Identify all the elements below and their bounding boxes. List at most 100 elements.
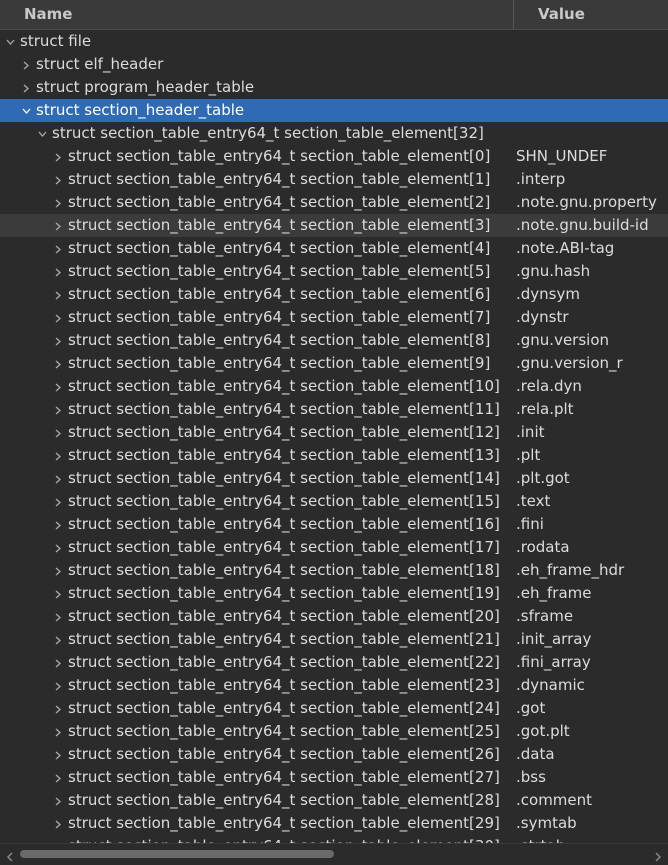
tree-row[interactable]: struct section_table_entry64_t section_t… [0, 398, 668, 421]
chevron-right-icon[interactable] [52, 766, 64, 789]
chevron-right-icon[interactable] [52, 605, 64, 628]
chevron-right-icon[interactable] [52, 168, 64, 191]
horizontal-scrollbar[interactable] [0, 843, 668, 865]
tree-row[interactable]: struct section_table_entry64_t section_t… [0, 306, 668, 329]
tree-row[interactable]: struct section_table_entry64_t section_t… [0, 122, 668, 145]
column-divider[interactable] [513, 0, 514, 29]
tree-row[interactable]: struct section_table_entry64_t section_t… [0, 260, 668, 283]
tree-row[interactable]: struct section_table_entry64_t section_t… [0, 628, 668, 651]
chevron-right-icon[interactable] [52, 467, 64, 490]
chevron-right-icon[interactable] [52, 444, 64, 467]
row-value: .interp [516, 170, 566, 188]
chevron-right-icon[interactable] [52, 214, 64, 237]
tree-row[interactable]: struct section_table_entry64_t section_t… [0, 812, 668, 835]
chevron-right-icon[interactable] [52, 835, 64, 843]
chevron-down-icon[interactable] [36, 122, 48, 145]
tree-row[interactable]: struct section_table_entry64_t section_t… [0, 421, 668, 444]
row-name: struct section_table_entry64_t section_t… [68, 814, 500, 832]
tree-row[interactable]: struct section_table_entry64_t section_t… [0, 214, 668, 237]
tree-row[interactable]: struct file [0, 30, 668, 53]
row-name: struct section_table_entry64_t section_t… [68, 745, 500, 763]
tree-row[interactable]: struct section_table_entry64_t section_t… [0, 697, 668, 720]
tree-row[interactable]: struct section_table_entry64_t section_t… [0, 789, 668, 812]
tree-row[interactable]: struct elf_header [0, 53, 668, 76]
chevron-right-icon[interactable] [20, 53, 32, 76]
row-name: struct section_table_entry64_t section_t… [68, 607, 500, 625]
row-value: .note.gnu.property [516, 193, 657, 211]
chevron-right-icon[interactable] [52, 490, 64, 513]
name-column-header[interactable]: Name [24, 0, 72, 29]
tree-row[interactable]: struct program_header_table [0, 76, 668, 99]
chevron-left-icon[interactable] [4, 848, 16, 862]
chevron-right-icon[interactable] [52, 398, 64, 421]
tree-row[interactable]: struct section_table_entry64_t section_t… [0, 329, 668, 352]
tree-row[interactable]: struct section_table_entry64_t section_t… [0, 766, 668, 789]
chevron-right-icon[interactable] [52, 559, 64, 582]
tree-row[interactable]: struct section_table_entry64_t section_t… [0, 536, 668, 559]
chevron-down-icon[interactable] [20, 99, 32, 122]
row-name: struct section_table_entry64_t section_t… [68, 722, 500, 740]
row-name: struct section_table_entry64_t section_t… [68, 791, 500, 809]
tree-row[interactable]: struct section_table_entry64_t section_t… [0, 720, 668, 743]
row-name: struct section_table_entry64_t section_t… [68, 492, 500, 510]
tree-row[interactable]: struct section_table_entry64_t section_t… [0, 444, 668, 467]
chevron-right-icon[interactable] [52, 513, 64, 536]
tree-row[interactable]: struct section_header_table [0, 99, 668, 122]
tree-row[interactable]: struct section_table_entry64_t section_t… [0, 145, 668, 168]
chevron-right-icon[interactable] [52, 329, 64, 352]
chevron-right-icon[interactable] [52, 237, 64, 260]
row-value: .rodata [516, 538, 570, 556]
row-name: struct program_header_table [36, 78, 255, 96]
chevron-right-icon[interactable] [52, 283, 64, 306]
chevron-right-icon[interactable] [652, 848, 664, 862]
chevron-right-icon[interactable] [52, 191, 64, 214]
chevron-right-icon[interactable] [52, 743, 64, 766]
row-value: .init [516, 423, 545, 441]
chevron-right-icon[interactable] [52, 812, 64, 835]
chevron-right-icon[interactable] [52, 375, 64, 398]
tree-row[interactable]: struct section_table_entry64_t section_t… [0, 835, 668, 843]
chevron-right-icon[interactable] [52, 651, 64, 674]
tree-row[interactable]: struct section_table_entry64_t section_t… [0, 237, 668, 260]
tree-rows: struct file struct elf_headerstruct progr… [0, 30, 668, 843]
row-value: .dynsym [516, 285, 580, 303]
tree-row[interactable]: struct section_table_entry64_t section_t… [0, 651, 668, 674]
row-value: .dynamic [516, 676, 585, 694]
chevron-right-icon[interactable] [52, 697, 64, 720]
chevron-right-icon[interactable] [52, 674, 64, 697]
tree-row[interactable]: struct section_table_entry64_t section_t… [0, 582, 668, 605]
row-name: struct section_table_entry64_t section_t… [68, 308, 491, 326]
chevron-right-icon[interactable] [52, 260, 64, 283]
tree-row[interactable]: struct section_table_entry64_t section_t… [0, 168, 668, 191]
row-name: struct section_table_entry64_t section_t… [68, 239, 491, 257]
scrollbar-thumb[interactable] [20, 850, 334, 858]
tree-row[interactable]: struct section_table_entry64_t section_t… [0, 490, 668, 513]
chevron-right-icon[interactable] [52, 145, 64, 168]
row-name: struct section_table_entry64_t section_t… [68, 331, 491, 349]
tree-row[interactable]: struct section_table_entry64_t section_t… [0, 467, 668, 490]
tree-row[interactable]: struct section_table_entry64_t section_t… [0, 191, 668, 214]
tree-row[interactable]: struct section_table_entry64_t section_t… [0, 375, 668, 398]
tree-row[interactable]: struct section_table_entry64_t section_t… [0, 605, 668, 628]
scrollbar-track[interactable] [20, 850, 648, 858]
tree-row[interactable]: struct section_table_entry64_t section_t… [0, 559, 668, 582]
tree-row[interactable]: struct section_table_entry64_t section_t… [0, 352, 668, 375]
chevron-right-icon[interactable] [52, 720, 64, 743]
chevron-right-icon[interactable] [52, 628, 64, 651]
chevron-right-icon[interactable] [52, 306, 64, 329]
chevron-right-icon[interactable] [52, 582, 64, 605]
chevron-right-icon[interactable] [52, 421, 64, 444]
tree-row[interactable]: struct section_table_entry64_t section_t… [0, 513, 668, 536]
row-name: struct section_table_entry64_t section_t… [68, 423, 500, 441]
chevron-right-icon[interactable] [52, 789, 64, 812]
chevron-right-icon[interactable] [20, 76, 32, 99]
row-value: .plt.got [516, 469, 570, 487]
tree-row[interactable]: struct section_table_entry64_t section_t… [0, 283, 668, 306]
chevron-right-icon[interactable] [52, 536, 64, 559]
row-value: .note.gnu.build-id [516, 216, 649, 234]
chevron-down-icon[interactable] [4, 30, 16, 53]
value-column-header[interactable]: Value [538, 0, 585, 29]
tree-row[interactable]: struct section_table_entry64_t section_t… [0, 743, 668, 766]
chevron-right-icon[interactable] [52, 352, 64, 375]
tree-row[interactable]: struct section_table_entry64_t section_t… [0, 674, 668, 697]
